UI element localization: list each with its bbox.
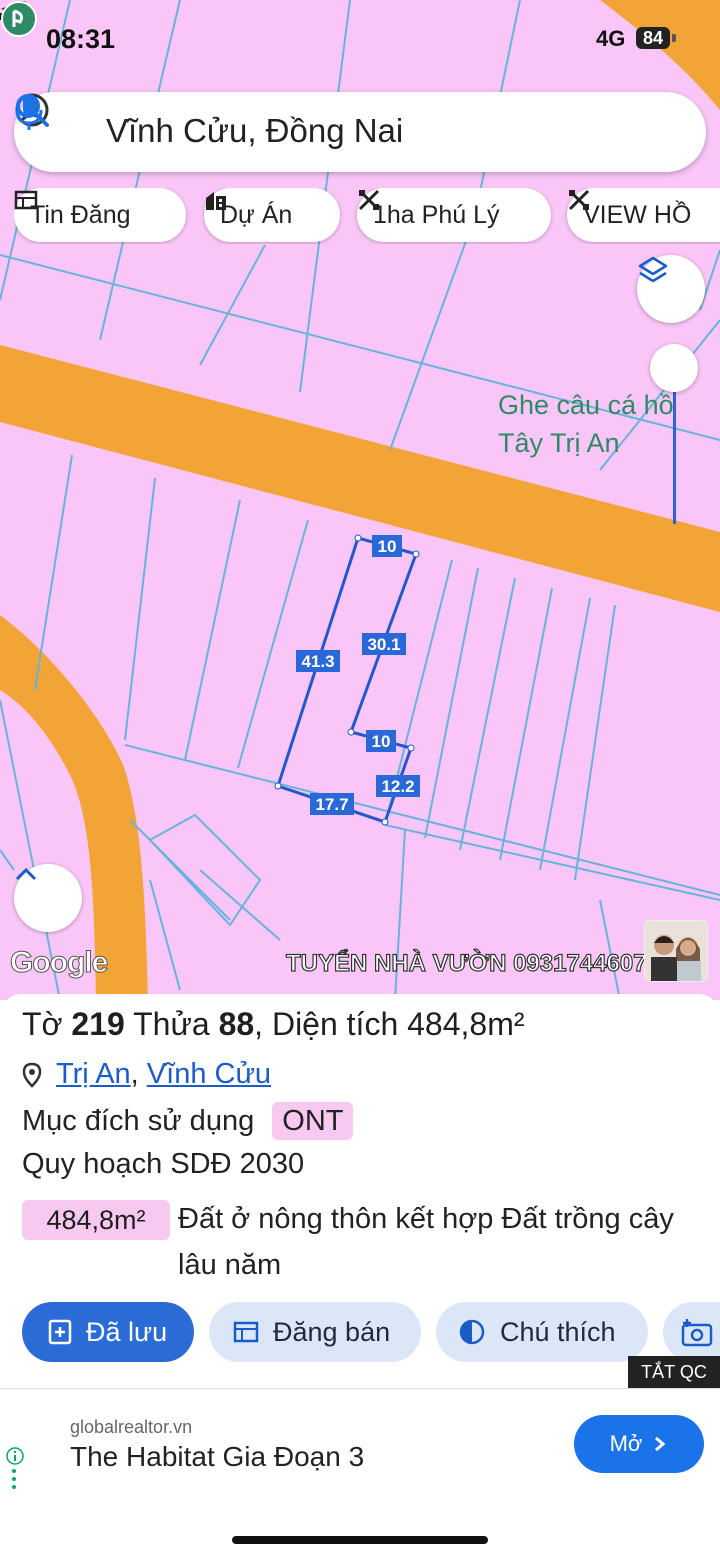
- measure-label-right-lower: 12.2: [376, 775, 420, 797]
- parcel-info-sheet: Tờ 219 Thửa 88, Diện tích 484,8m² Trị An…: [0, 994, 720, 1390]
- action-buttons: Đã lưu Đăng bán Chú thích: [0, 1300, 720, 1364]
- building-icon: [206, 192, 226, 210]
- expand-up-button[interactable]: [14, 864, 82, 932]
- ad-domain: globalrealtor.vn: [70, 1417, 193, 1437]
- watermark-text: TUYỂN NHÀ VƯỜN 0931744607: [285, 949, 647, 977]
- home-indicator[interactable]: [232, 1536, 488, 1544]
- legend-button[interactable]: Chú thích: [436, 1302, 648, 1362]
- tools-icon: [358, 189, 380, 211]
- layers-button[interactable]: [637, 255, 705, 323]
- filter-chips: Tin Đăng Dự Án 1ha Phú Lý VIEW HỒ: [14, 188, 720, 244]
- measure-label-middle: 10: [366, 730, 396, 752]
- saved-button[interactable]: Đã lưu: [22, 1302, 194, 1362]
- svg-text:30.1: 30.1: [367, 635, 400, 654]
- chip-du-an[interactable]: Dự Án: [204, 188, 340, 242]
- parcel-location: Trị An, Vĩnh Cửu: [22, 1058, 271, 1091]
- microphone-icon[interactable]: [14, 92, 44, 132]
- add-photo-button[interactable]: [663, 1302, 720, 1362]
- svg-text:12.2: 12.2: [381, 777, 414, 796]
- chip-view-ho[interactable]: VIEW HỒ: [567, 188, 720, 242]
- info-icon[interactable]: [6, 1447, 24, 1465]
- chevron-up-icon: [15, 867, 37, 881]
- battery-icon: 84: [636, 27, 670, 49]
- ad-title: The Habitat Gia Đoạn 3: [70, 1441, 365, 1472]
- bookmark-plus-icon: [48, 1319, 72, 1345]
- measure-label-top: 10: [372, 535, 402, 557]
- chip-label: VIEW HỒ: [583, 200, 692, 229]
- svg-text:41.3: 41.3: [301, 652, 334, 671]
- plan-area-badge: 484,8m²: [22, 1200, 170, 1240]
- measure-label-right-upper: 30.1: [362, 633, 406, 655]
- district-link[interactable]: Vĩnh Cửu: [147, 1058, 271, 1091]
- more-options-icon[interactable]: [12, 1467, 16, 1491]
- layers-icon: [638, 256, 668, 283]
- opacity-slider-handle[interactable]: [650, 344, 698, 392]
- ward-link[interactable]: Trị An: [56, 1058, 131, 1091]
- camera-plus-icon: [681, 1319, 713, 1347]
- tools-icon: [568, 189, 590, 211]
- search-bar[interactable]: Vĩnh Cửu, Đồng Nai: [14, 92, 706, 172]
- usage-row: Mục đích sử dụng ONT: [22, 1102, 354, 1140]
- contrast-icon: [459, 1319, 485, 1345]
- chip-tin-dang[interactable]: Tin Đăng: [14, 188, 186, 242]
- battery-tip: [672, 34, 676, 42]
- ad-open-button[interactable]: Mở: [574, 1415, 704, 1473]
- chip-label: 1ha Phú Lý: [373, 200, 500, 229]
- map-view[interactable]: 10 30.1 41.3 10 12.2 17.7 08:31 4G 84 Vĩ…: [0, 0, 720, 1000]
- clock: 08:31: [46, 24, 116, 54]
- svg-text:10: 10: [378, 537, 397, 556]
- svg-text:10: 10: [372, 732, 391, 751]
- network-type: 4G: [596, 26, 626, 51]
- listing-icon: [14, 190, 38, 210]
- status-bar: 08:31 4G 84: [0, 0, 720, 80]
- parcel-title: Tờ 219 Thửa 88, Diện tích 484,8m²: [22, 1006, 525, 1042]
- chip-label: Dự Án: [220, 200, 293, 229]
- place-label[interactable]: Ghe câu cá hồ Tây Trị An: [498, 386, 674, 462]
- chevron-right-icon: [655, 1436, 666, 1452]
- search-input[interactable]: Vĩnh Cửu, Đồng Nai: [106, 112, 403, 150]
- usage-code-badge: ONT: [272, 1102, 354, 1140]
- chip-1ha-phu-ly[interactable]: 1ha Phú Lý: [357, 188, 551, 242]
- listing-icon: [233, 1321, 259, 1343]
- place-pin-icon[interactable]: [0, 0, 38, 38]
- watermark-photo: [644, 920, 708, 982]
- chip-label: Tin Đăng: [30, 200, 131, 229]
- location-pin-icon: [22, 1062, 42, 1088]
- plan-label: Quy hoạch SDĐ 2030: [22, 1148, 305, 1180]
- measure-label-left: 41.3: [296, 650, 340, 672]
- bottom-area: [0, 1500, 720, 1559]
- measure-label-bottom: 17.7: [310, 793, 354, 815]
- ad-banner[interactable]: globalrealtor.vn The Habitat Gia Đoạn 3 …: [0, 1388, 720, 1501]
- ad-close-button[interactable]: TẮT QC: [628, 1356, 720, 1388]
- post-sale-button[interactable]: Đăng bán: [209, 1302, 421, 1362]
- plan-description: Đất ở nông thôn kết hợp Đất trồng cây lâ…: [178, 1203, 674, 1281]
- svg-text:17.7: 17.7: [315, 795, 348, 814]
- google-attribution: Google: [9, 946, 108, 980]
